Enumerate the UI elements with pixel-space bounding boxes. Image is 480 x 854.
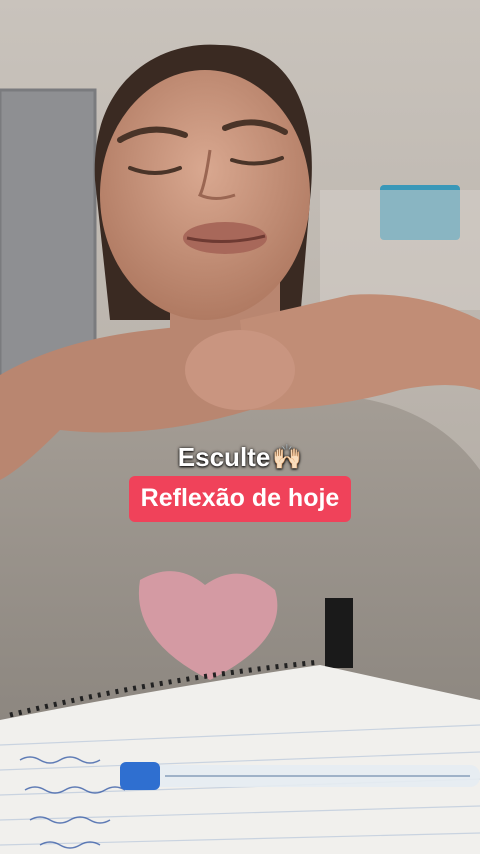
- caption-subtitle: Reflexão de hoje: [128, 476, 352, 522]
- raised-hands-icon: 🙌🏻: [272, 443, 303, 471]
- pen-cap: [120, 762, 160, 790]
- caption-title: Esculte 🙌🏻: [178, 440, 302, 474]
- caption-title-text: Esculte: [177, 442, 271, 472]
- video-frame: [0, 0, 480, 854]
- face: [100, 70, 310, 320]
- caption-overlay: Esculte 🙌🏻 Reflexão de hoje: [0, 440, 480, 522]
